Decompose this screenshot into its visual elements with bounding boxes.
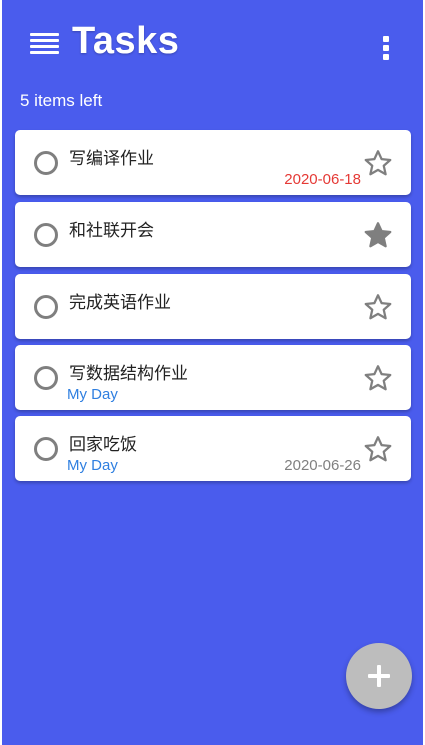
complete-checkbox[interactable] [34, 437, 58, 461]
due-date-label: 2020-06-18 [284, 171, 361, 188]
complete-checkbox[interactable] [34, 223, 58, 247]
task-title: 写编译作业 [69, 149, 154, 169]
app-screen: Tasks 5 items left 写编译作业 2020-06-18 和社联开… [2, 0, 423, 745]
complete-checkbox[interactable] [34, 295, 58, 319]
star-filled-icon[interactable] [363, 220, 393, 250]
star-outline-icon[interactable] [363, 363, 393, 393]
task-title: 写数据结构作业 [69, 364, 188, 384]
due-date-label: 2020-06-26 [284, 457, 361, 474]
complete-checkbox[interactable] [34, 366, 58, 390]
task-title: 回家吃饭 [69, 435, 137, 455]
my-day-tag: My Day [67, 457, 118, 474]
task-item[interactable]: 完成英语作业 [15, 274, 411, 339]
task-item[interactable]: 写数据结构作业 My Day [15, 345, 411, 410]
my-day-tag: My Day [67, 386, 118, 403]
star-outline-icon[interactable] [363, 292, 393, 322]
task-item[interactable]: 回家吃饭 My Day 2020-06-26 [15, 416, 411, 481]
task-title: 和社联开会 [69, 221, 154, 241]
page-title: Tasks [72, 20, 180, 62]
app-header: Tasks [2, 0, 423, 95]
menu-icon[interactable] [30, 33, 60, 59]
task-item[interactable]: 和社联开会 [15, 202, 411, 267]
star-outline-icon[interactable] [363, 434, 393, 464]
task-title: 完成英语作业 [69, 293, 171, 313]
items-left-count: 5 items left [20, 91, 103, 110]
add-task-button[interactable] [346, 643, 412, 709]
task-item[interactable]: 写编译作业 2020-06-18 [15, 130, 411, 195]
complete-checkbox[interactable] [34, 151, 58, 175]
star-outline-icon[interactable] [363, 148, 393, 178]
more-vertical-icon[interactable] [382, 36, 392, 62]
